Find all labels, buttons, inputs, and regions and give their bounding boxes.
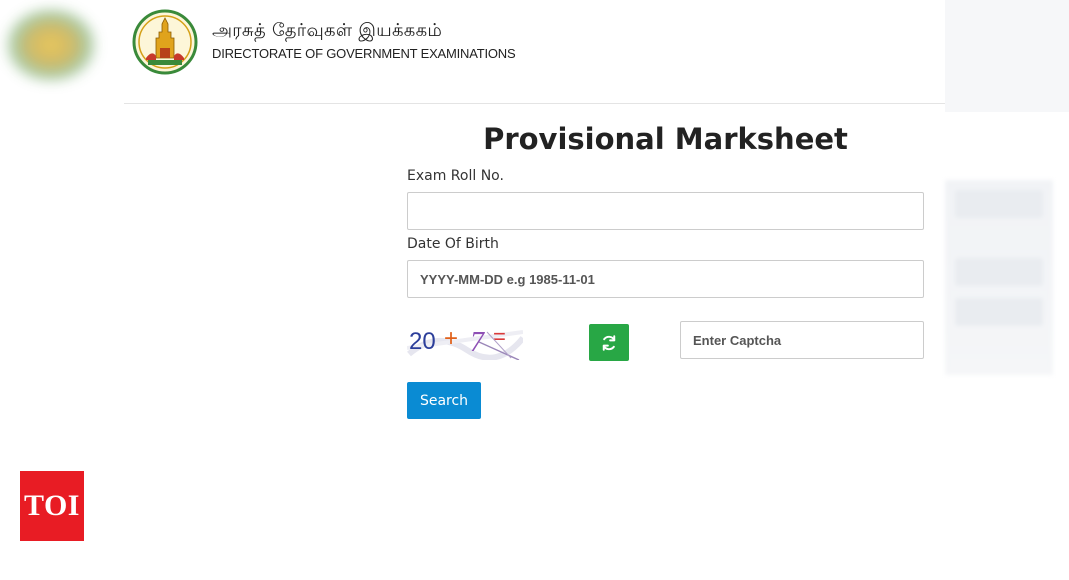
roll-number-label: Exam Roll No.: [407, 168, 504, 184]
refresh-icon: [602, 334, 616, 351]
blurred-emblem-decoration: [6, 8, 96, 82]
tamil-nadu-emblem-icon: [132, 9, 198, 75]
captcha-image: 20 + 7 =: [407, 320, 523, 360]
tamil-directorate-title: அரசுத் தேர்வுகள் இயக்ககம்: [212, 20, 443, 41]
blurred-background-top-right: [945, 0, 1069, 112]
captcha-digits-b: 7: [470, 327, 485, 358]
blurred-background-panel: [945, 180, 1053, 375]
captcha-input[interactable]: [680, 321, 924, 359]
refresh-captcha-button[interactable]: [589, 324, 629, 361]
blurred-bar: [955, 258, 1043, 286]
blurred-bar: [955, 190, 1043, 218]
captcha-digits-a: 20: [409, 328, 436, 355]
blurred-bar: [955, 298, 1043, 326]
site-header: அரசுத் தேர்வுகள் இயக்ககம் DIRECTORATE OF…: [124, 0, 945, 104]
search-button[interactable]: Search: [407, 382, 481, 419]
date-of-birth-label: Date Of Birth: [407, 236, 499, 252]
english-directorate-title: DIRECTORATE OF GOVERNMENT EXAMINATIONS: [212, 46, 516, 61]
captcha-operator: +: [444, 325, 458, 352]
date-of-birth-input[interactable]: [407, 260, 924, 298]
page-title: Provisional Marksheet: [483, 122, 848, 156]
toi-logo: TOI: [20, 471, 84, 541]
roll-number-input[interactable]: [407, 192, 924, 230]
